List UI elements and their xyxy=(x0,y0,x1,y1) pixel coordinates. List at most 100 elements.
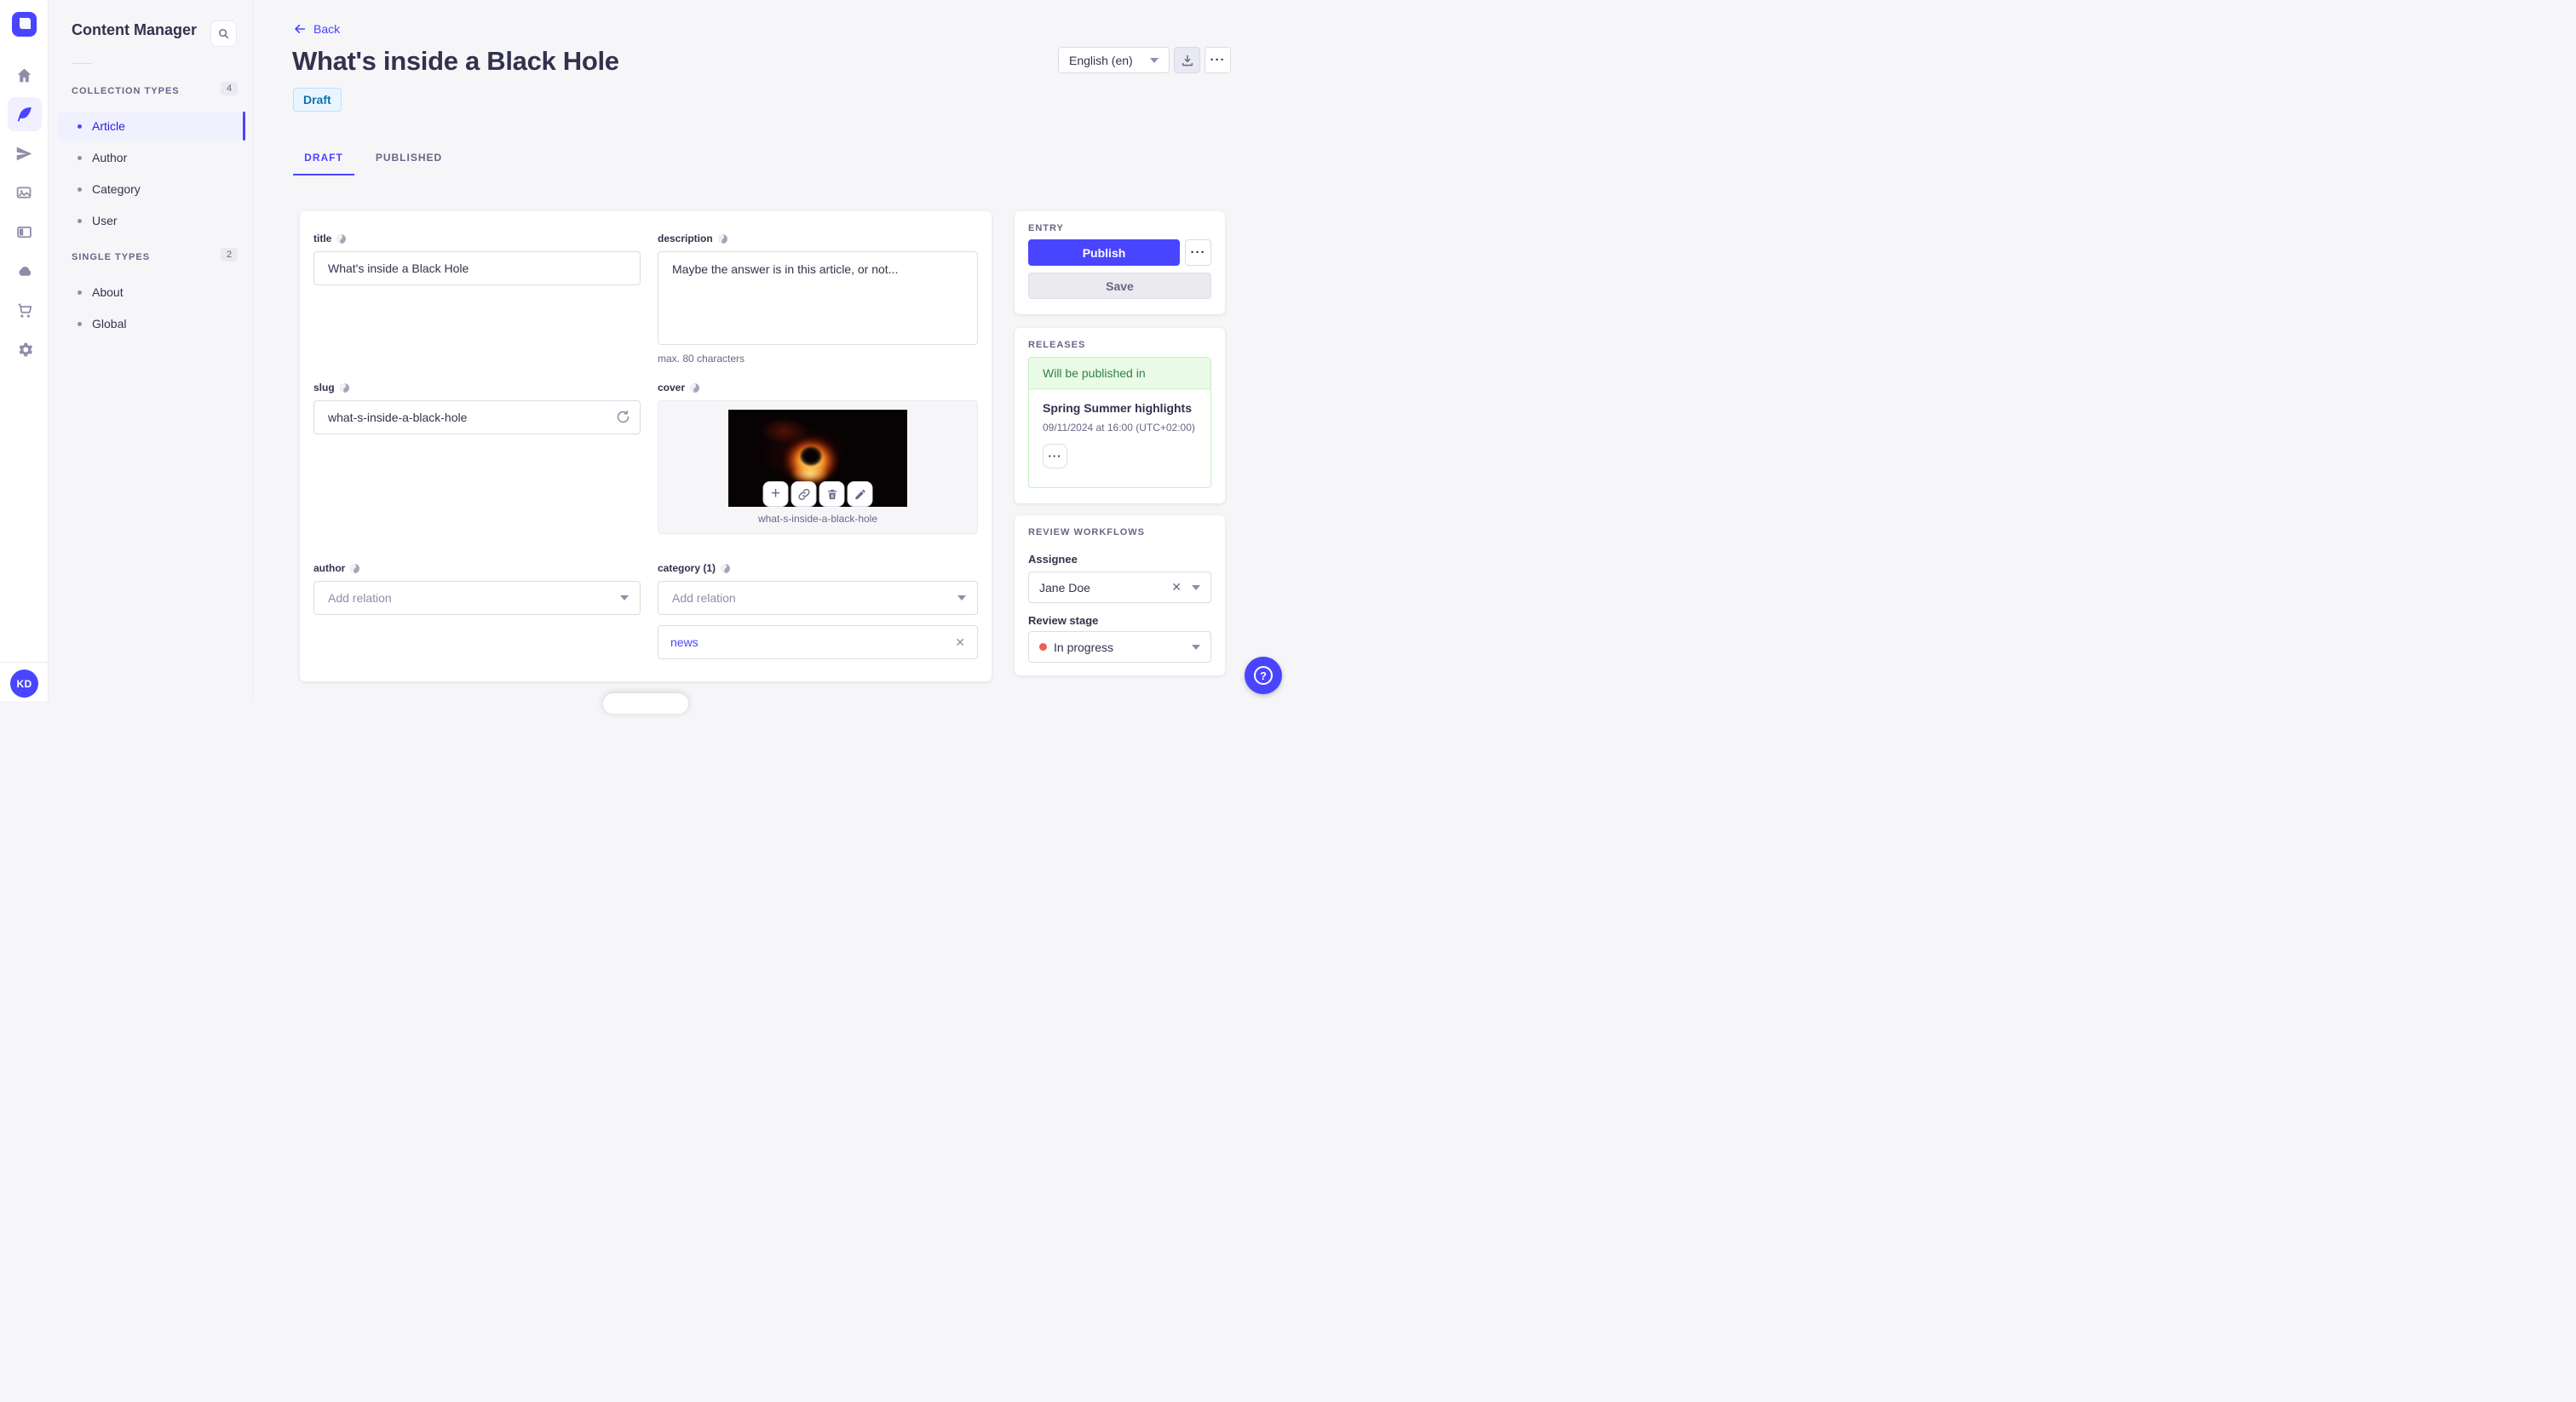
link-icon xyxy=(797,488,810,501)
page-title: What's inside a Black Hole xyxy=(292,46,619,76)
chevron-down-icon xyxy=(1150,57,1159,63)
header-more-button[interactable]: ··· xyxy=(1205,47,1231,73)
relation-item-news: news ✕ xyxy=(658,625,978,659)
entry-form-card: title description Maybe the answer is in… xyxy=(300,211,992,681)
title-input[interactable] xyxy=(313,251,641,285)
publish-button[interactable]: Publish xyxy=(1028,239,1180,266)
clear-assignee-icon[interactable]: ✕ xyxy=(1171,580,1182,595)
sidebar-item-label: About xyxy=(92,285,124,299)
globe-icon xyxy=(720,563,731,574)
regenerate-slug-icon[interactable] xyxy=(616,410,630,424)
help-button[interactable]: ? xyxy=(1245,657,1282,694)
rail-divider xyxy=(0,662,49,663)
assignee-select[interactable]: Jane Doe ✕ xyxy=(1028,572,1211,603)
stage-status-dot xyxy=(1039,643,1047,651)
gear-icon xyxy=(15,341,33,359)
download-icon xyxy=(1181,54,1194,67)
title-field-label: title xyxy=(313,233,332,244)
nav-home-button[interactable] xyxy=(8,58,42,92)
sidebar-item-label: Category xyxy=(92,182,141,196)
globe-icon xyxy=(339,382,350,394)
author-relation-input[interactable] xyxy=(313,581,641,615)
slug-field: slug xyxy=(313,382,641,434)
cover-preview-box: + what-s-inside-a-black-hole xyxy=(658,400,978,534)
globe-icon xyxy=(689,382,700,394)
back-link[interactable]: Back xyxy=(293,22,340,36)
cover-filename: what-s-inside-a-black-hole xyxy=(757,513,878,525)
back-label: Back xyxy=(313,22,341,36)
nav-deploy-button[interactable] xyxy=(8,254,42,288)
add-asset-button[interactable]: + xyxy=(762,481,789,507)
sidebar-item-label: Article xyxy=(92,119,125,133)
tab-published[interactable]: PUBLISHED xyxy=(361,141,457,174)
release-card: Will be published in Spring Summer highl… xyxy=(1028,357,1211,488)
collection-types-count-badge: 4 xyxy=(221,82,239,95)
description-textarea[interactable]: Maybe the answer is in this article, or … xyxy=(658,251,978,345)
author-field: author xyxy=(313,562,641,615)
sidebar-item-article[interactable]: Article xyxy=(57,112,245,141)
sidebar-item-about[interactable]: About xyxy=(57,278,244,307)
feather-icon xyxy=(15,106,33,124)
content-manager-sidebar: Content Manager COLLECTION TYPES 4 Artic… xyxy=(49,0,253,701)
search-button[interactable] xyxy=(210,20,237,47)
category-field: category (1) news ✕ xyxy=(658,562,978,659)
assignee-value: Jane Doe xyxy=(1039,580,1090,595)
slug-input[interactable] xyxy=(313,400,641,434)
sidebar-item-label: Author xyxy=(92,151,128,164)
globe-icon xyxy=(717,233,728,244)
more-icon: ··· xyxy=(1210,53,1226,67)
chevron-down-icon[interactable] xyxy=(620,595,629,600)
section-collection-types: COLLECTION TYPES xyxy=(72,86,180,96)
cover-toolbar: + xyxy=(762,481,873,507)
copy-link-button[interactable] xyxy=(791,481,817,507)
remove-relation-icon[interactable]: ✕ xyxy=(955,635,965,650)
stage-value: In progress xyxy=(1054,640,1114,654)
sidebar-item-user[interactable]: User xyxy=(57,206,244,235)
sidebar-item-label: User xyxy=(92,214,118,227)
review-stage-select[interactable]: In progress xyxy=(1028,631,1211,663)
nav-settings-button[interactable] xyxy=(8,332,42,366)
sidebar-item-category[interactable]: Category xyxy=(57,175,244,204)
trash-icon xyxy=(825,488,838,501)
nav-media-library-button[interactable] xyxy=(8,175,42,210)
edit-asset-button[interactable] xyxy=(847,481,873,507)
review-panel-title: REVIEW WORKFLOWS xyxy=(1028,527,1145,537)
sidebar-item-global[interactable]: Global xyxy=(57,309,244,338)
save-button[interactable]: Save xyxy=(1028,273,1211,299)
entry-more-button[interactable]: ··· xyxy=(1185,239,1211,266)
relation-link[interactable]: news xyxy=(670,635,955,649)
review-stage-label: Review stage xyxy=(1028,614,1099,627)
chevron-down-icon[interactable] xyxy=(957,595,966,600)
category-relation-input[interactable] xyxy=(658,581,978,615)
strapi-logo[interactable] xyxy=(12,12,37,37)
user-avatar[interactable]: KD xyxy=(10,669,38,698)
nav-releases-button[interactable] xyxy=(8,136,42,170)
delete-asset-button[interactable] xyxy=(819,481,845,507)
locale-select[interactable]: English (en) xyxy=(1058,47,1170,73)
shopping-cart-icon xyxy=(15,302,33,319)
floating-action-bar-partial[interactable] xyxy=(603,693,688,714)
more-icon: ··· xyxy=(1048,450,1062,463)
tab-draft[interactable]: DRAFT xyxy=(293,141,354,175)
home-icon xyxy=(15,66,33,84)
bullet-icon xyxy=(78,187,82,192)
release-more-button[interactable]: ··· xyxy=(1043,444,1067,468)
description-hint: max. 80 characters xyxy=(658,353,745,365)
download-button[interactable] xyxy=(1174,47,1200,73)
nav-content-manager-button[interactable] xyxy=(7,97,42,131)
nav-content-type-builder-button[interactable] xyxy=(8,215,42,249)
sidebar-item-author[interactable]: Author xyxy=(57,143,244,172)
category-field-label: category (1) xyxy=(658,562,716,574)
search-icon xyxy=(217,27,230,40)
version-tabs: DRAFT PUBLISHED xyxy=(293,141,457,175)
title-field: title xyxy=(313,233,641,285)
author-field-label: author xyxy=(313,562,346,574)
status-badge: Draft xyxy=(293,88,342,112)
globe-icon xyxy=(349,563,360,574)
slug-field-label: slug xyxy=(313,382,335,394)
release-status: Will be published in xyxy=(1029,358,1210,389)
release-name[interactable]: Spring Summer highlights xyxy=(1043,401,1197,415)
more-icon: ··· xyxy=(1190,245,1206,260)
entry-panel: ENTRY Publish ··· Save xyxy=(1015,211,1225,314)
nav-marketplace-button[interactable] xyxy=(8,293,42,327)
